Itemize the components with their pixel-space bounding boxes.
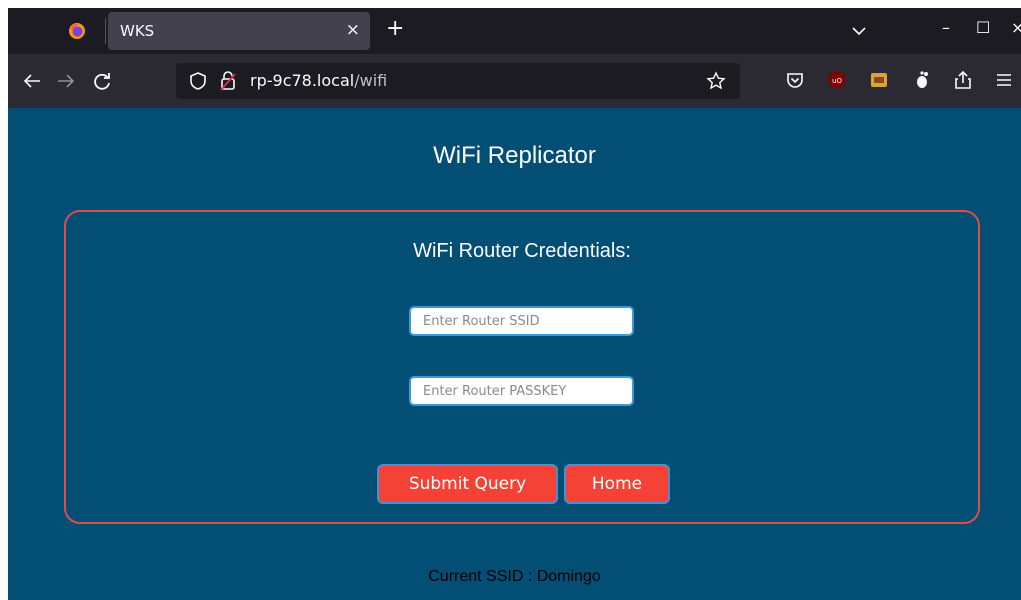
browser-window: WKS × + – ☐ × rp-9c78.local/wifi uO WiFi…	[8, 8, 1021, 600]
close-window-button[interactable]: ×	[1011, 18, 1021, 38]
star-icon[interactable]	[706, 71, 726, 91]
url-text[interactable]: rp-9c78.local/wifi	[250, 71, 387, 90]
tab-wks[interactable]: WKS ×	[108, 12, 370, 50]
tab-close-icon[interactable]: ×	[346, 21, 360, 39]
tab-strip: WKS × + – ☐ ×	[8, 8, 1021, 54]
lock-icon[interactable]	[218, 70, 238, 92]
chevron-down-icon[interactable]	[850, 22, 868, 40]
extension-icon[interactable]	[868, 69, 890, 91]
url-path: /wifi	[354, 71, 388, 90]
firefox-icon[interactable]	[68, 22, 86, 40]
reload-icon[interactable]	[90, 69, 114, 93]
passkey-input[interactable]	[409, 376, 634, 406]
url-bar[interactable]: rp-9c78.local/wifi	[176, 63, 740, 99]
home-button[interactable]: Home	[564, 464, 670, 504]
credentials-form: WiFi Router Credentials: Submit Query Ho…	[64, 210, 980, 524]
url-host: rp-9c78.local	[250, 71, 355, 90]
tab-separator	[105, 18, 106, 44]
svg-text:uO: uO	[832, 77, 842, 85]
nav-bar: rp-9c78.local/wifi uO	[8, 54, 1021, 108]
pocket-icon[interactable]	[784, 69, 806, 91]
new-tab-button[interactable]: +	[386, 17, 404, 41]
minimize-button[interactable]: –	[942, 18, 950, 38]
share-icon[interactable]	[952, 69, 974, 91]
menu-icon[interactable]	[993, 69, 1015, 91]
forward-icon[interactable]	[54, 69, 78, 93]
submit-query-button[interactable]: Submit Query	[377, 464, 558, 504]
tab-title: WKS	[120, 22, 155, 40]
page-title: WiFi Replicator	[433, 142, 596, 169]
gnome-icon[interactable]	[910, 69, 932, 91]
current-ssid-text: Current SSID : Domingo	[428, 568, 601, 585]
back-icon[interactable]	[20, 69, 44, 93]
shield-icon[interactable]	[188, 71, 208, 91]
ssid-input[interactable]	[409, 306, 634, 336]
ublock-icon[interactable]: uO	[826, 69, 848, 91]
page-content: WiFi Replicator WiFi Router Credentials:…	[8, 108, 1021, 600]
maximize-button[interactable]: ☐	[976, 18, 990, 38]
form-heading: WiFi Router Credentials:	[413, 240, 631, 262]
